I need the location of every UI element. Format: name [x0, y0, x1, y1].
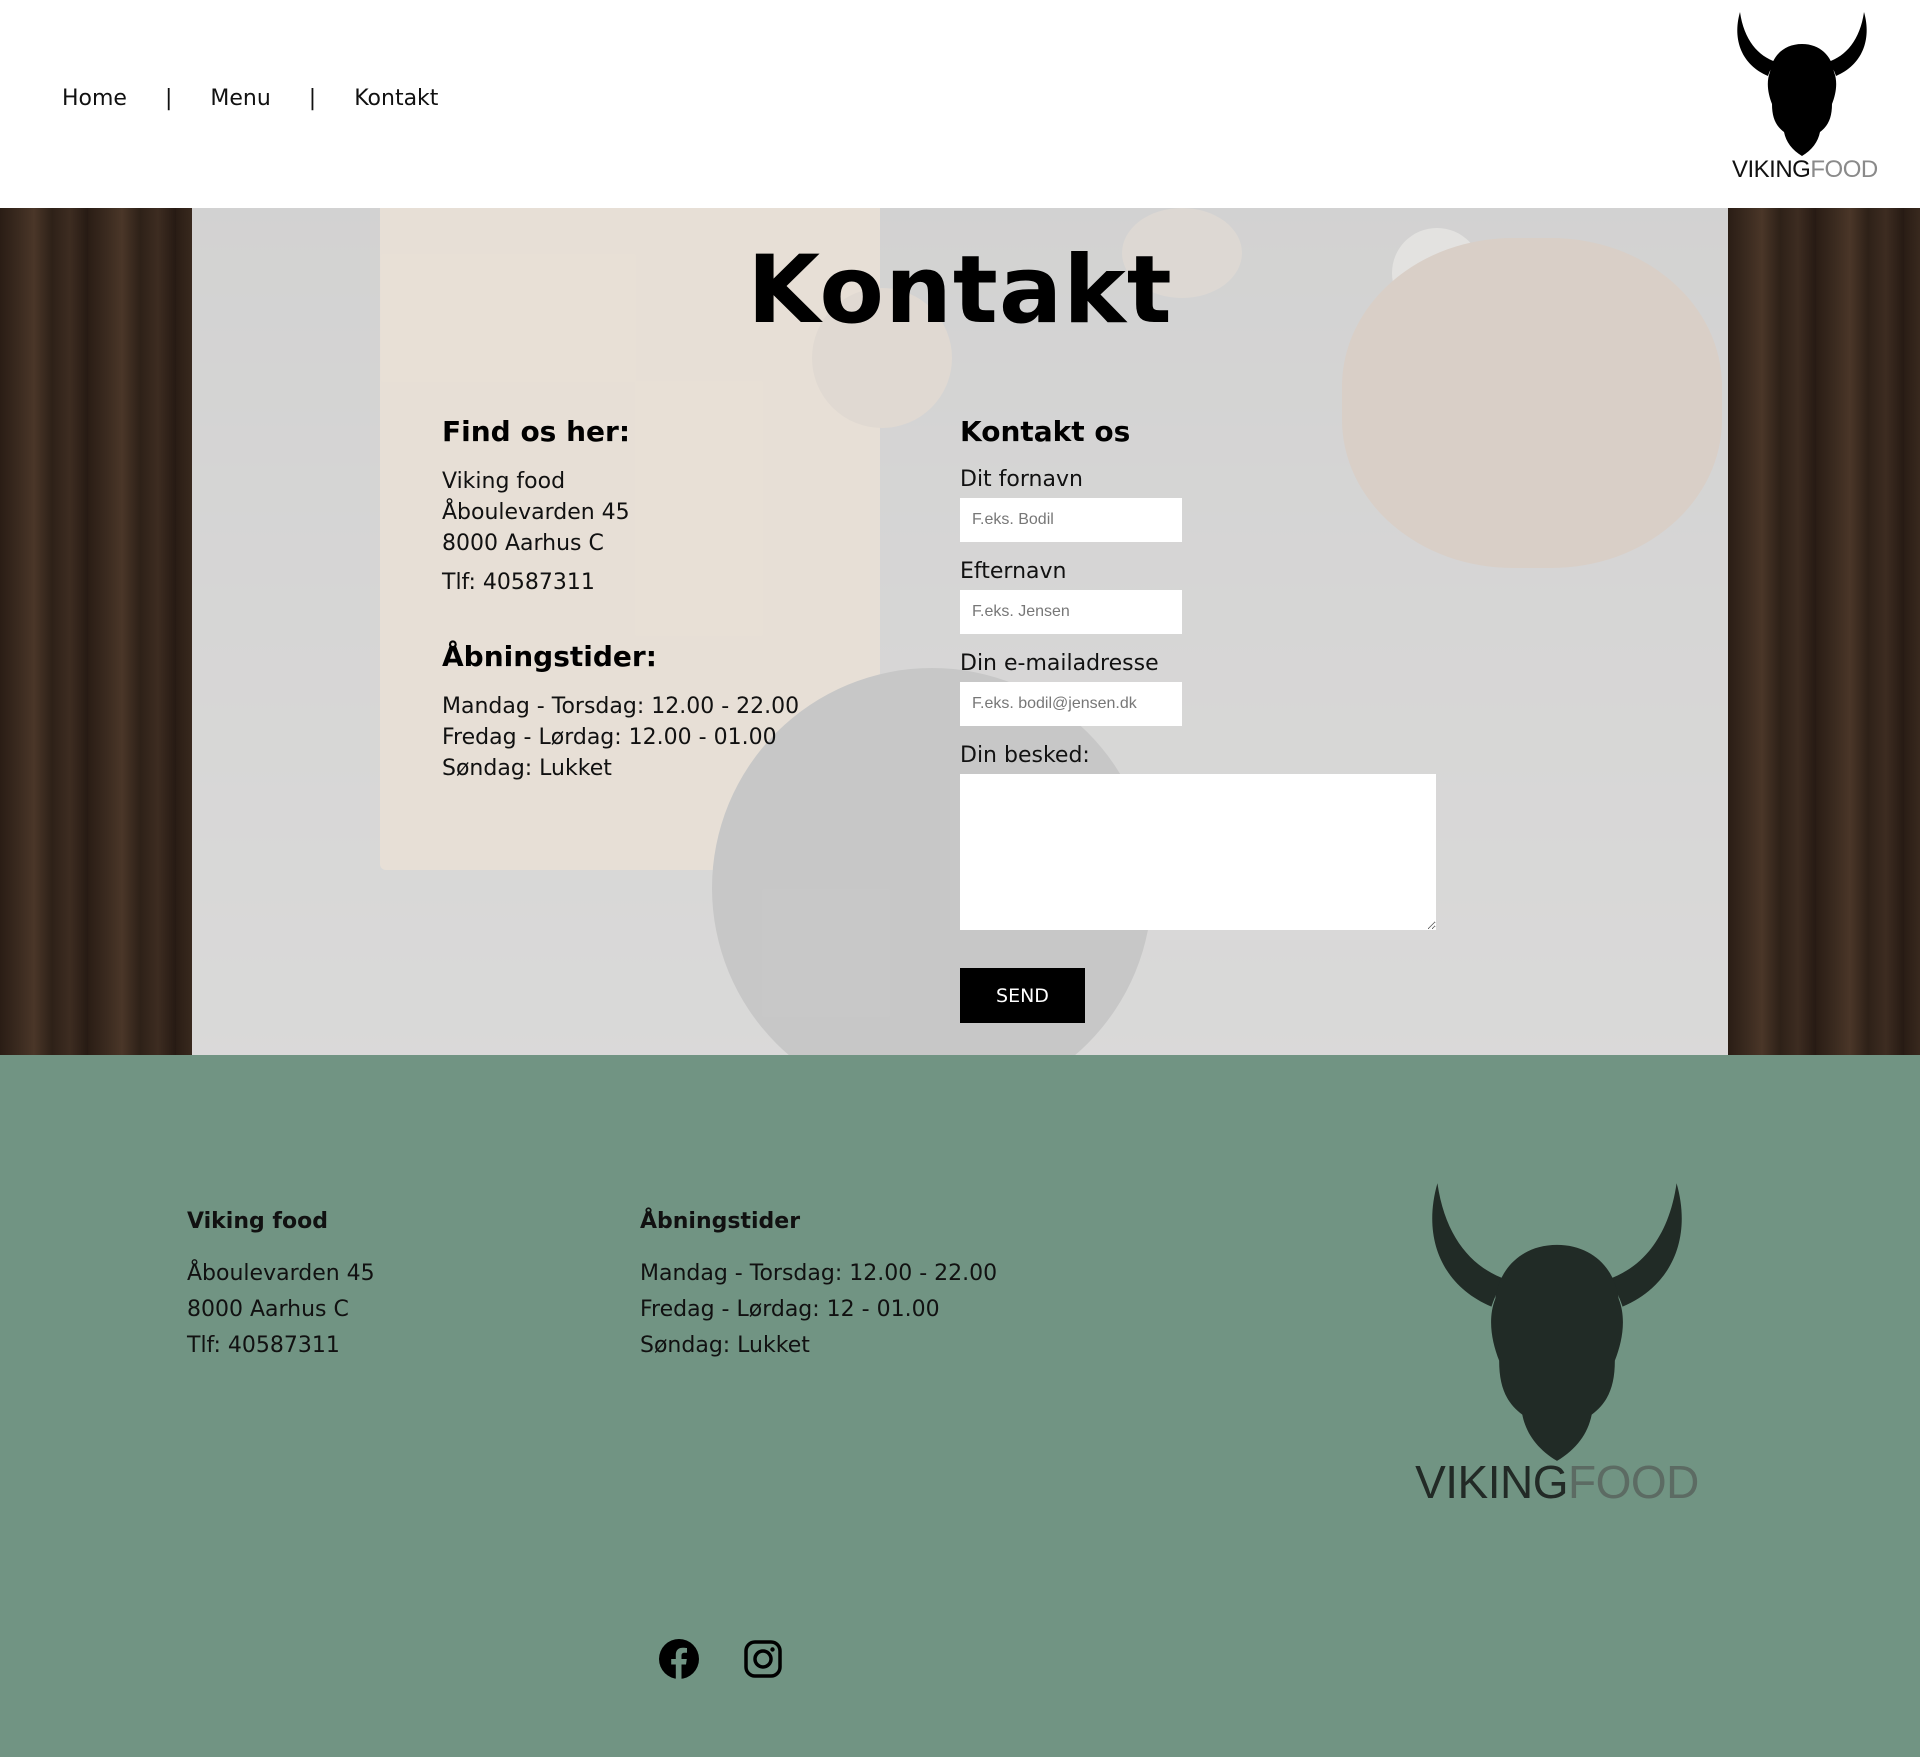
find-us-heading: Find os her: — [442, 415, 631, 448]
address-line: Viking food — [442, 469, 566, 494]
contact-hero: Kontakt Find os her: Viking food Åboulev… — [0, 208, 1920, 1055]
footer-company-heading: Viking food — [187, 1209, 328, 1234]
footer-logo: VIKINGFOOD — [1412, 1179, 1702, 1509]
nav-separator: | — [164, 86, 173, 111]
address-line: Åboulevarden 45 — [442, 500, 630, 525]
footer-hours-heading: Åbningstider — [640, 1209, 801, 1234]
page-title: Kontakt — [747, 236, 1173, 345]
lastname-input[interactable] — [960, 590, 1182, 634]
firstname-input[interactable] — [960, 498, 1182, 542]
footer-address-line: 8000 Aarhus C — [187, 1297, 349, 1322]
message-textarea[interactable] — [960, 774, 1436, 930]
phone-number: Tlf: 40587311 — [442, 570, 595, 595]
lastname-label: Efternavn — [960, 559, 1067, 584]
footer-opening-hours: Åbningstider Mandag - Torsdag: 12.00 - 2… — [640, 1209, 997, 1364]
nav-kontakt-link[interactable]: Kontakt — [354, 86, 438, 111]
firstname-label: Dit fornavn — [960, 467, 1083, 492]
hours-line: Mandag - Torsdag: 12.00 - 22.00 — [442, 694, 800, 719]
viking-helmet-logo-icon — [1737, 12, 1867, 156]
nav-separator: | — [308, 86, 317, 111]
hours-line: Fredag - Lørdag: 12.00 - 01.00 — [442, 725, 777, 750]
viking-helmet-logo-icon — [1432, 1183, 1682, 1461]
site-footer: Viking food Åboulevarden 45 8000 Aarhus … — [0, 1055, 1920, 1757]
nav-home-link[interactable]: Home — [62, 86, 127, 111]
find-us-section: Find os her: Viking food Åboulevarden 45… — [442, 415, 862, 784]
send-button[interactable]: SEND — [960, 968, 1085, 1023]
message-label: Din besked: — [960, 743, 1090, 768]
address-line: 8000 Aarhus C — [442, 531, 604, 556]
footer-hours-line: Søndag: Lukket — [640, 1333, 810, 1358]
brand-wordmark: VIKINGFOOD — [1732, 156, 1878, 183]
hours-line: Søndag: Lukket — [442, 756, 612, 781]
footer-hours-line: Mandag - Torsdag: 12.00 - 22.00 — [640, 1261, 998, 1286]
email-input[interactable] — [960, 682, 1182, 726]
header-logo[interactable]: VIKINGFOOD — [1732, 10, 1878, 192]
footer-brand-wordmark: VIKINGFOOD — [1415, 1456, 1699, 1508]
nav-menu-link[interactable]: Menu — [210, 86, 270, 111]
email-label: Din e-mailadresse — [960, 651, 1159, 676]
footer-phone: Tlf: 40587311 — [187, 1333, 340, 1358]
instagram-icon[interactable] — [741, 1637, 785, 1681]
facebook-icon[interactable] — [657, 1637, 701, 1681]
contact-form-heading: Kontakt os — [960, 415, 1131, 448]
contact-form: Kontakt os Dit fornavn Efternavn Din e-m… — [960, 415, 1460, 1023]
main-nav: Home | Menu | Kontakt — [62, 86, 438, 111]
footer-hours-line: Fredag - Lørdag: 12 - 01.00 — [640, 1297, 940, 1322]
site-header: Home | Menu | Kontakt VIKINGFOOD — [0, 0, 1920, 208]
footer-address-line: Åboulevarden 45 — [187, 1261, 375, 1286]
opening-hours-heading: Åbningstider: — [442, 640, 657, 673]
footer-company-info: Viking food Åboulevarden 45 8000 Aarhus … — [187, 1209, 375, 1364]
